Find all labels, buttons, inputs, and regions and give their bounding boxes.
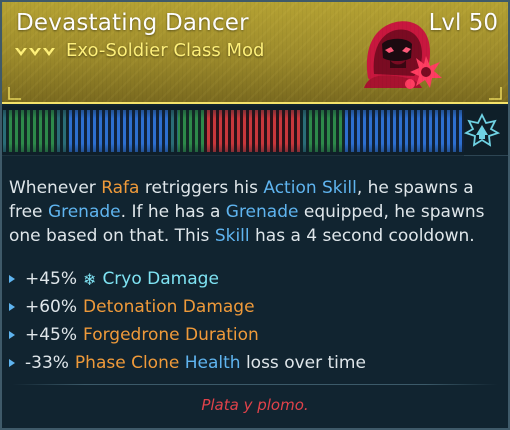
stat-value: -33% bbox=[25, 353, 69, 373]
item-description: Whenever Rafa retriggers his Action Skil… bbox=[9, 176, 505, 248]
desc-keyword-skill: Action Skill bbox=[263, 178, 357, 198]
desc-keyword-grenade: Grenade bbox=[47, 202, 121, 222]
desc-text: . If he has a bbox=[120, 202, 226, 222]
stat-row: +45% Forgedrone Duration bbox=[8, 321, 504, 349]
desc-text: Whenever bbox=[9, 178, 102, 198]
bullet-arrow-icon bbox=[9, 331, 15, 339]
item-card: Devastating Dancer Lvl 50 Exo-Soldier Cl… bbox=[0, 0, 510, 430]
item-name: Devastating Dancer bbox=[16, 10, 249, 36]
hooded-exo-soldier-icon bbox=[364, 21, 442, 89]
color-stripes bbox=[2, 106, 464, 156]
divider bbox=[12, 384, 498, 385]
manufacturer-stripe-band bbox=[2, 106, 508, 156]
stat-label: Phase Clone bbox=[74, 353, 180, 373]
desc-text: has a 4 second cooldown. bbox=[249, 226, 475, 246]
stat-value: +45% bbox=[25, 325, 78, 345]
corner-bracket-icon bbox=[8, 87, 21, 100]
stat-label: Forgedrone Duration bbox=[83, 325, 259, 345]
stat-label: Health bbox=[184, 353, 241, 373]
stat-list: +45% ❄ Cryo Damage +60% Detonation Damag… bbox=[8, 265, 504, 377]
bullet-arrow-icon bbox=[9, 303, 15, 311]
desc-keyword-skill: Skill bbox=[214, 226, 250, 246]
manufacturer-emblem-icon bbox=[464, 113, 500, 147]
flavor-text: Plata y plomo. bbox=[201, 396, 309, 414]
stat-row: +60% Detonation Damage bbox=[8, 293, 504, 321]
desc-keyword-grenade: Grenade bbox=[225, 202, 299, 222]
desc-keyword-character: Rafa bbox=[101, 178, 140, 198]
stat-value: +60% bbox=[25, 297, 78, 317]
stat-label: loss over time bbox=[245, 353, 366, 373]
stat-row: +45% ❄ Cryo Damage bbox=[8, 265, 504, 293]
item-header: Devastating Dancer Lvl 50 Exo-Soldier Cl… bbox=[2, 2, 508, 104]
bullet-arrow-icon bbox=[9, 359, 15, 367]
stat-value: +45% bbox=[25, 269, 78, 289]
item-type: Exo-Soldier Class Mod bbox=[66, 40, 265, 61]
snowflake-icon: ❄ bbox=[83, 269, 97, 289]
corner-bracket-icon bbox=[489, 87, 502, 100]
stat-row: -33% Phase Clone Health loss over time bbox=[8, 349, 504, 377]
triple-chevron-rarity-icon bbox=[15, 48, 55, 56]
bullet-arrow-icon bbox=[9, 275, 15, 283]
stat-label: Cryo Damage bbox=[102, 269, 219, 289]
stat-label: Detonation Damage bbox=[83, 297, 255, 317]
desc-text: retriggers his bbox=[139, 178, 264, 198]
